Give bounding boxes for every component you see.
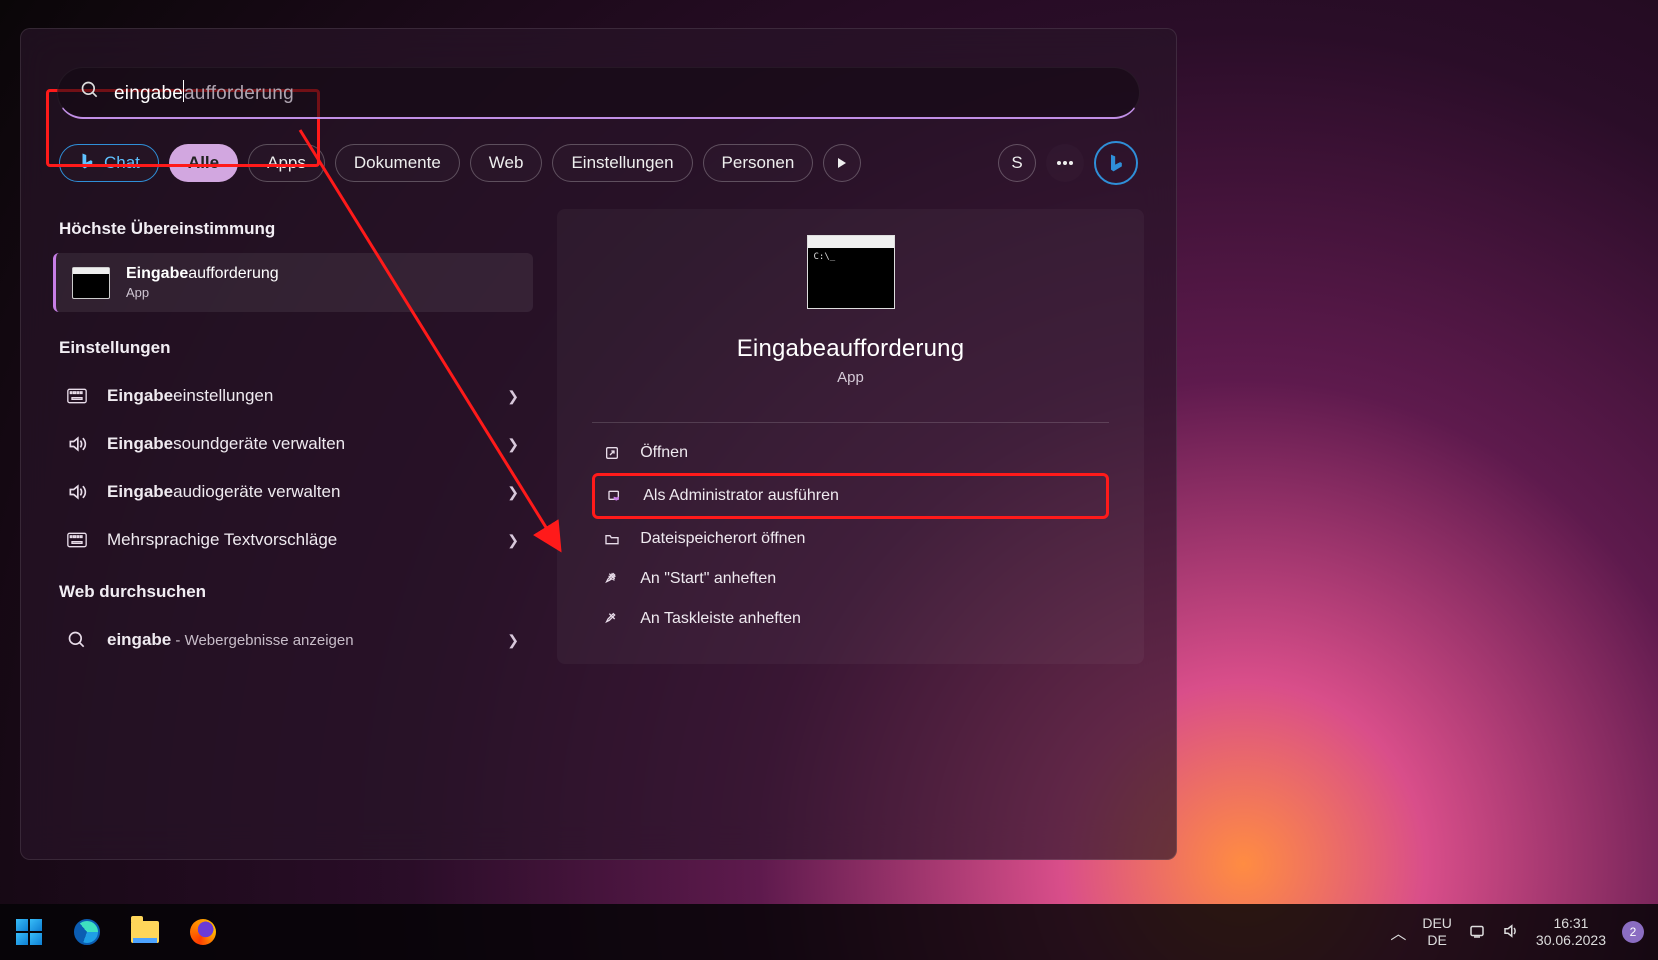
file-explorer-icon[interactable] [130, 917, 160, 947]
admin-icon [605, 488, 625, 504]
settings-item[interactable]: Eingabeeinstellungen ❯ [53, 372, 533, 420]
tray-chevron-icon[interactable]: ︿ [1390, 920, 1406, 944]
clock[interactable]: 16:31 30.06.2023 [1536, 915, 1606, 949]
search-input[interactable]: eingabeaufforderung [57, 67, 1140, 119]
terminal-icon [807, 235, 895, 309]
action-pin-taskbar[interactable]: An Taskleiste anheften [592, 599, 1109, 639]
divider [592, 422, 1109, 423]
preview-sub: App [837, 369, 864, 386]
action-pin-start[interactable]: An "Start" anheften [592, 559, 1109, 599]
avatar[interactable]: S [998, 144, 1036, 182]
edge-icon[interactable] [72, 917, 102, 947]
chevron-right-icon: ❯ [507, 632, 519, 649]
best-match-item[interactable]: Eingabeaufforderung App [53, 253, 533, 312]
settings-item[interactable]: Mehrsprachige Textvorschläge ❯ [53, 516, 533, 564]
chevron-right-icon: ❯ [507, 532, 519, 549]
chip-apps[interactable]: Apps [248, 144, 325, 182]
chevron-right-icon: ❯ [507, 436, 519, 453]
section-web: Web durchsuchen [59, 582, 531, 602]
settings-item[interactable]: Eingabeaudiogeräte verwalten ❯ [53, 468, 533, 516]
chevron-right-icon: ❯ [507, 484, 519, 501]
preview-title: Eingabeaufforderung [737, 335, 965, 363]
section-settings: Einstellungen [59, 338, 531, 358]
chip-more-filters[interactable] [823, 144, 861, 182]
search-icon [65, 630, 89, 650]
chip-documents[interactable]: Dokumente [335, 144, 460, 182]
start-menu: eingabeaufforderung Chat Alle Apps Dokum… [20, 28, 1177, 860]
sound-icon [65, 482, 89, 502]
chip-web[interactable]: Web [470, 144, 543, 182]
more-icon[interactable] [1046, 144, 1084, 182]
language-indicator[interactable]: DEU DE [1422, 915, 1452, 949]
search-icon [80, 80, 100, 105]
section-best-match: Höchste Übereinstimmung [59, 219, 531, 239]
filter-bar: Chat Alle Apps Dokumente Web Einstellung… [59, 141, 1138, 185]
notification-badge[interactable]: 2 [1622, 921, 1644, 943]
taskbar: ︿ DEU DE 16:31 30.06.2023 2 [0, 904, 1658, 960]
chip-all[interactable]: Alle [169, 144, 238, 182]
volume-icon[interactable] [1502, 922, 1520, 943]
chip-chat[interactable]: Chat [59, 144, 159, 182]
web-search-label: eingabe - Webergebnisse anzeigen [107, 630, 489, 650]
open-icon [602, 445, 622, 461]
left-column: Höchste Übereinstimmung Eingabeaufforder… [53, 209, 533, 664]
sound-icon [65, 434, 89, 454]
pin-icon [602, 571, 622, 587]
keyboard-icon [65, 388, 89, 404]
settings-item-label: Mehrsprachige Textvorschläge [107, 530, 489, 550]
best-match-sub: App [126, 285, 279, 300]
firefox-icon[interactable] [188, 917, 218, 947]
chevron-right-icon: ❯ [507, 388, 519, 405]
chip-settings[interactable]: Einstellungen [552, 144, 692, 182]
settings-item-label: Eingabeeinstellungen [107, 386, 489, 406]
web-search-item[interactable]: eingabe - Webergebnisse anzeigen ❯ [53, 616, 533, 664]
terminal-icon [72, 267, 110, 299]
keyboard-icon [65, 532, 89, 548]
bing-icon [78, 152, 96, 175]
preview-panel: Eingabeaufforderung App Öffnen Als Admin… [557, 209, 1144, 664]
settings-item[interactable]: Eingabesoundgeräte verwalten ❯ [53, 420, 533, 468]
chip-people[interactable]: Personen [703, 144, 814, 182]
settings-item-label: Eingabesoundgeräte verwalten [107, 434, 489, 454]
settings-item-label: Eingabeaudiogeräte verwalten [107, 482, 489, 502]
action-open-location[interactable]: Dateispeicherort öffnen [592, 519, 1109, 559]
best-match-title: Eingabeaufforderung [126, 265, 279, 283]
pin-icon [602, 611, 622, 627]
network-icon[interactable] [1468, 922, 1486, 943]
folder-icon [602, 531, 622, 547]
bing-chat-icon[interactable] [1094, 141, 1138, 185]
action-open[interactable]: Öffnen [592, 433, 1109, 473]
action-run-as-admin[interactable]: Als Administrator ausführen [592, 473, 1109, 519]
start-button[interactable] [14, 917, 44, 947]
search-text: eingabeaufforderung [114, 80, 294, 105]
